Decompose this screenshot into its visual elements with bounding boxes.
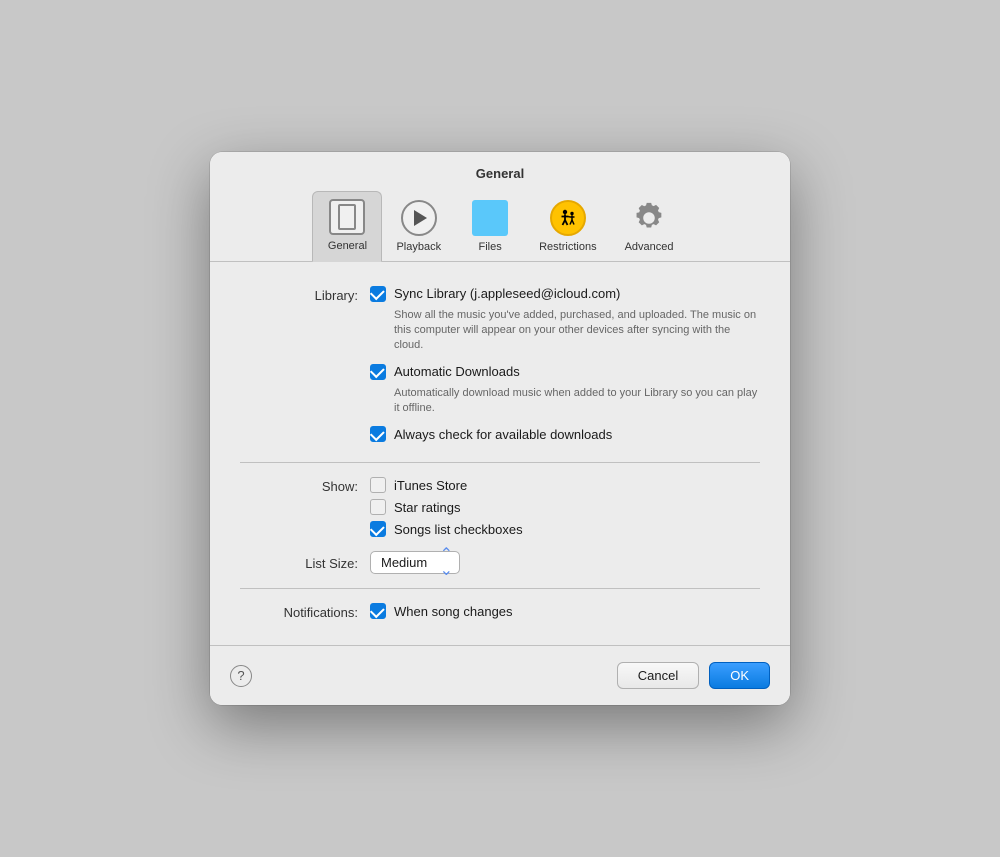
playback-icon [400,199,438,237]
tab-files-label: Files [478,241,501,253]
sync-library-desc: Show all the music you've added, purchas… [370,308,760,354]
when-song-label: When song changes [394,604,513,619]
list-size-select[interactable]: Small Medium Large [370,551,460,574]
divider-2 [240,588,760,589]
songs-list-row: Songs list checkboxes [370,521,760,537]
cancel-button[interactable]: Cancel [617,662,699,689]
restrictions-icon [549,199,587,237]
auto-downloads-desc: Automatically download music when added … [370,386,760,417]
tab-advanced-label: Advanced [625,241,674,253]
itunes-store-row: iTunes Store [370,477,760,493]
notifications-section: Notifications: When song changes [240,603,760,625]
library-label: Library: [240,286,370,303]
auto-downloads-label: Automatic Downloads [394,364,520,379]
footer-buttons: Cancel OK [617,662,770,689]
tab-general[interactable]: General [312,191,382,262]
list-size-content: Small Medium Large ⌃⌄ [370,551,760,574]
songs-list-label: Songs list checkboxes [394,522,523,537]
tab-restrictions[interactable]: Restrictions [525,193,610,261]
footer: ? Cancel OK [210,645,790,705]
sync-library-checkbox[interactable] [370,286,386,302]
songs-list-checkbox[interactable] [370,521,386,537]
sync-library-row: Sync Library (j.appleseed@icloud.com) [370,286,760,302]
list-size-select-wrapper: Small Medium Large ⌃⌄ [370,551,460,574]
auto-downloads-row: Automatic Downloads [370,364,760,380]
toolbar: General Playback Files [210,181,790,262]
tab-advanced[interactable]: Advanced [611,193,688,261]
sync-library-wrap: Sync Library (j.appleseed@icloud.com) [370,286,620,302]
preferences-dialog: General General Playback Files [210,152,790,706]
notifications-label: Notifications: [240,603,370,620]
when-song-row: When song changes [370,603,760,619]
tab-general-label: General [328,240,367,252]
tab-files[interactable]: Files [455,193,525,261]
itunes-store-wrap: iTunes Store [370,477,467,493]
always-check-checkbox[interactable] [370,426,386,442]
tab-restrictions-label: Restrictions [539,241,596,253]
content-area: Library: Sync Library (j.appleseed@iclou… [210,262,790,626]
auto-downloads-checkbox[interactable] [370,364,386,380]
ok-button[interactable]: OK [709,662,770,689]
star-ratings-wrap: Star ratings [370,499,460,515]
list-size-label: List Size: [240,554,370,571]
tab-playback-label: Playback [396,241,441,253]
star-ratings-label: Star ratings [394,500,460,515]
divider-1 [240,462,760,463]
dialog-title: General [210,152,790,181]
library-content: Sync Library (j.appleseed@icloud.com) Sh… [370,286,760,449]
general-icon [328,198,366,236]
songs-list-wrap: Songs list checkboxes [370,521,523,537]
auto-downloads-wrap: Automatic Downloads [370,364,520,380]
star-ratings-checkbox[interactable] [370,499,386,515]
show-section: Show: iTunes Store Star ratings [240,477,760,543]
files-icon [471,199,509,237]
when-song-wrap: When song changes [370,603,513,619]
always-check-row: Always check for available downloads [370,426,760,442]
library-section: Library: Sync Library (j.appleseed@iclou… [240,286,760,449]
itunes-store-label: iTunes Store [394,478,467,493]
sync-library-label: Sync Library (j.appleseed@icloud.com) [394,286,620,301]
star-ratings-row: Star ratings [370,499,760,515]
tab-playback[interactable]: Playback [382,193,455,261]
list-size-section: List Size: Small Medium Large ⌃⌄ [240,551,760,574]
show-label: Show: [240,477,370,494]
advanced-icon [630,199,668,237]
itunes-store-checkbox[interactable] [370,477,386,493]
always-check-wrap: Always check for available downloads [370,426,612,442]
show-content: iTunes Store Star ratings Songs list che… [370,477,760,543]
when-song-checkbox[interactable] [370,603,386,619]
notifications-content: When song changes [370,603,760,625]
always-check-label: Always check for available downloads [394,427,612,442]
help-button[interactable]: ? [230,665,252,687]
